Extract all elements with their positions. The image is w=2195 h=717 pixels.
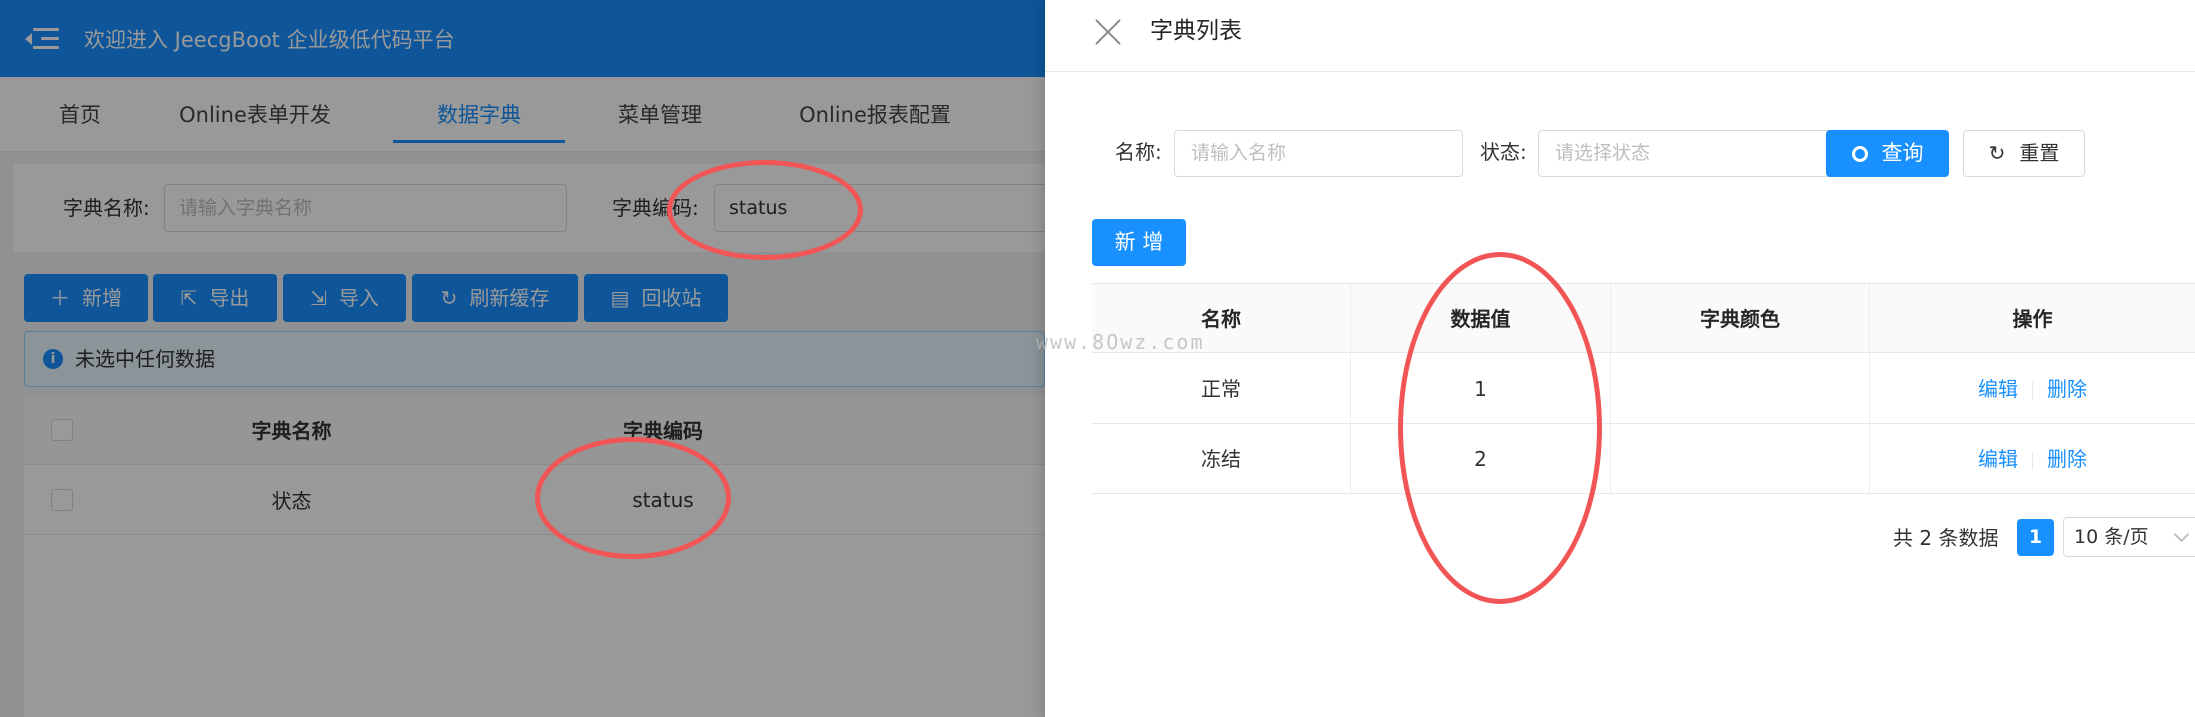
- drawer-header: 字典列表: [1045, 0, 2195, 72]
- drawer-title: 字典列表: [1150, 18, 1242, 44]
- cell-color: [1611, 424, 1870, 494]
- reset-button[interactable]: ↻ 重置: [1963, 130, 2085, 177]
- table-row: 正常 1 编辑 删除: [1092, 354, 2195, 424]
- page-size-select[interactable]: 10 条/页: [2063, 517, 2195, 557]
- background-app: 欢迎进入 JeecgBoot 企业级低代码平台 首页 Online表单开发 数据…: [0, 0, 1045, 717]
- edit-link[interactable]: 编辑: [1978, 377, 2018, 401]
- name-label: 名称:: [1115, 140, 1162, 164]
- status-label: 状态:: [1480, 140, 1527, 164]
- col-header-actions: 操作: [2012, 307, 2053, 331]
- chevron-down-icon: [2173, 526, 2190, 543]
- table-row: 冻结 2 编辑 删除: [1092, 424, 2195, 494]
- search-icon: [1851, 146, 1868, 162]
- divider: [2032, 451, 2033, 470]
- pagination-total: 共 2 条数据: [1893, 526, 1999, 550]
- add-item-button[interactable]: 新 增: [1092, 219, 1186, 266]
- divider: [2032, 381, 2033, 400]
- annotation-circle: [1398, 252, 1602, 604]
- annotation-circle: [535, 437, 731, 559]
- status-select[interactable]: 请选择状态: [1538, 130, 1870, 177]
- dict-items-drawer: 字典列表 名称: 请输入名称 状态: 请选择状态 查询 ↻ 重置 新 增 名称 数…: [1045, 0, 2195, 717]
- cell-actions: 编辑 删除: [1870, 424, 2195, 494]
- table-header-row: 名称 数据值 字典颜色 操作: [1092, 283, 2195, 354]
- name-input[interactable]: 请输入名称: [1174, 130, 1463, 177]
- cell-name: 正常: [1092, 354, 1351, 424]
- close-icon[interactable]: [1093, 17, 1123, 47]
- edit-link[interactable]: 编辑: [1978, 447, 2018, 471]
- status-select-placeholder: 请选择状态: [1555, 142, 1651, 164]
- watermark: www.8Owz.com: [1036, 330, 1205, 354]
- cell-name: 冻结: [1092, 424, 1351, 494]
- pagination-page-1[interactable]: 1: [2017, 519, 2054, 556]
- delete-link[interactable]: 删除: [2047, 447, 2087, 471]
- cell-color: [1611, 354, 1870, 424]
- query-button[interactable]: 查询: [1826, 130, 1949, 177]
- page-size-value: 10 条/页: [2074, 526, 2149, 548]
- cell-actions: 编辑 删除: [1870, 354, 2195, 424]
- col-header-color: 字典颜色: [1611, 284, 1870, 354]
- delete-link[interactable]: 删除: [2047, 377, 2087, 401]
- drawer-mask[interactable]: [0, 0, 1045, 717]
- reload-icon: ↻: [1988, 141, 2006, 165]
- annotation-circle: [667, 160, 863, 260]
